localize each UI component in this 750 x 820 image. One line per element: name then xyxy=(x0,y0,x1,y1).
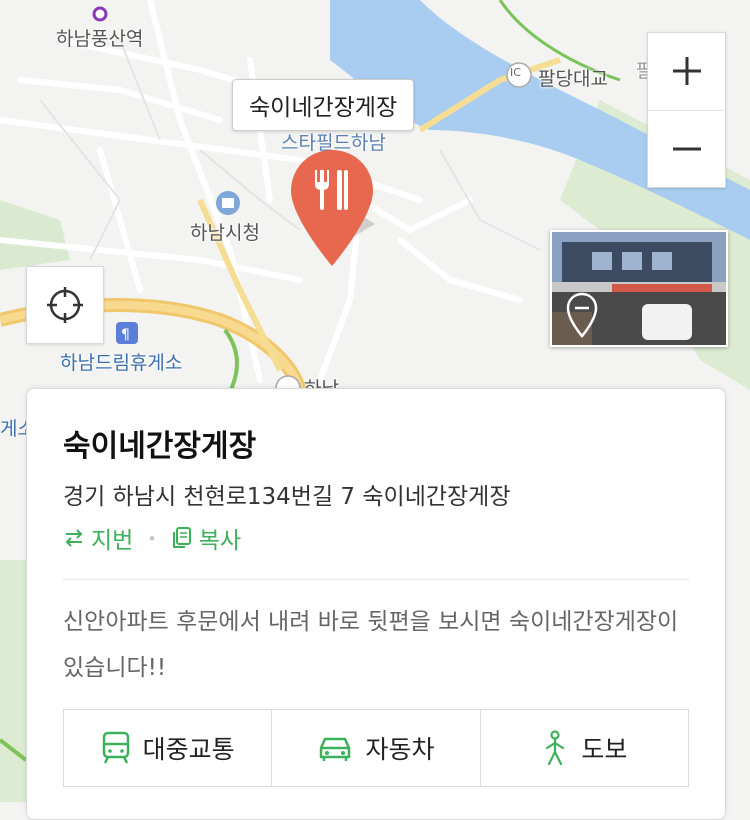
place-callout[interactable]: 숙이네간장게장 xyxy=(232,79,415,131)
route-transit-label: 대중교통 xyxy=(142,735,235,764)
plus-icon xyxy=(672,57,701,86)
cityhall-label: 하남시청 xyxy=(190,222,260,244)
crosshair-icon xyxy=(47,287,83,323)
route-transit-button[interactable]: 대중교통 xyxy=(64,710,271,786)
bus-icon xyxy=(102,731,129,764)
swap-icon xyxy=(65,529,83,547)
zoom-control xyxy=(647,32,726,188)
minus-icon xyxy=(672,147,701,151)
walk-icon xyxy=(546,730,565,766)
route-car-label: 자동차 xyxy=(365,735,435,764)
zoom-out-button[interactable] xyxy=(648,109,725,188)
separator-dot: • xyxy=(147,528,157,548)
jibun-toggle-button[interactable]: 지번 xyxy=(63,521,133,555)
restarea-label: 하남드림휴게소 xyxy=(60,352,183,374)
car-icon xyxy=(320,737,351,761)
station-label: 하남풍산역 xyxy=(56,28,144,50)
place-info-card: 숙이네간장게장 경기 하남시 천현로134번길 7 숙이네간장게장 지번 • 복… xyxy=(26,388,726,820)
roadview-thumbnail[interactable] xyxy=(550,230,728,347)
copy-label: 복사 xyxy=(198,528,242,554)
place-description: 신안아파트 후문에서 내려 바로 뒷편을 보시면 숙이네간장게장이 있습니다!! xyxy=(63,609,679,681)
route-car-button[interactable]: 자동차 xyxy=(271,710,479,786)
route-walk-button[interactable]: 도보 xyxy=(479,710,688,786)
divider xyxy=(63,579,689,580)
copy-address-button[interactable]: 복사 xyxy=(171,521,241,555)
place-title: 숙이네간장게장 xyxy=(63,429,257,464)
jibun-label: 지번 xyxy=(91,528,134,554)
zoom-in-button[interactable] xyxy=(648,33,725,110)
address-actions: 지번 • 복사 xyxy=(63,521,241,555)
my-location-button[interactable] xyxy=(26,266,104,344)
roadview-marker-icon xyxy=(566,292,598,338)
copy-icon xyxy=(172,527,191,548)
route-walk-label: 도보 xyxy=(581,735,628,764)
svg-text:¶: ¶ xyxy=(121,327,130,343)
route-options: 대중교통 자동차 도보 xyxy=(63,709,689,787)
restaurant-pin-icon[interactable] xyxy=(289,148,375,274)
ic-badge-label: IC xyxy=(510,66,521,79)
place-address: 경기 하남시 천현로134번길 7 숙이네간장게장 xyxy=(63,484,511,510)
paldang-bridge-label: 팔당대교 xyxy=(538,68,608,90)
